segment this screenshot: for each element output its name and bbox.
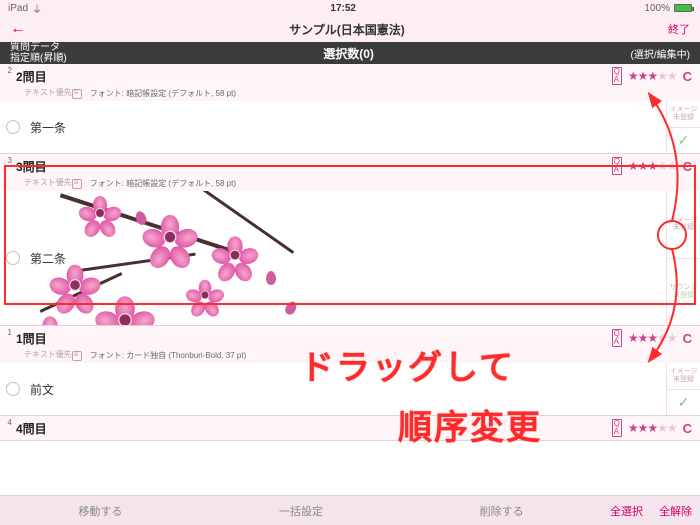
plum-blossom-image	[26, 191, 356, 325]
star-rating[interactable]: ★★★★★	[628, 421, 677, 435]
selection-bar: 質問データ 指定順(昇順) 選択数(0) (選択/編集中)	[0, 42, 700, 64]
clock: 17:52	[42, 3, 644, 14]
card-index: 4	[0, 416, 14, 427]
star-rating[interactable]: ★★★★★	[628, 331, 677, 345]
image-slot[interactable]: イメージ 未登録	[667, 363, 700, 390]
select-all-button[interactable]: 全選択	[602, 503, 651, 519]
qa-icon: QA	[612, 329, 622, 347]
card-index: 2	[0, 64, 14, 75]
card-item[interactable]: 3 3問目 QA ★★★★★ C テキスト優先 フォント: 暗記帳設定 (デフォ…	[0, 154, 700, 326]
sound-slot[interactable]: ✓	[667, 390, 700, 416]
back-button[interactable]: ←	[10, 20, 26, 38]
star-rating[interactable]: ★★★★★	[628, 69, 677, 83]
move-button[interactable]: 移動する	[0, 503, 201, 519]
select-checkbox[interactable]	[0, 101, 26, 153]
wifi-icon: ⏚	[32, 1, 42, 16]
card-title: 4問目	[14, 420, 47, 437]
deselect-all-button[interactable]: 全解除	[651, 503, 700, 519]
device-label: iPad	[8, 3, 28, 14]
star-rating[interactable]: ★★★★★	[628, 159, 677, 173]
font-info: フォント: 暗記帳設定 (デフォルト, 58 pt)	[90, 88, 236, 99]
selbar-left1: 質問データ	[10, 42, 67, 53]
card-answer: 第二条	[26, 191, 666, 325]
priority-label: テキスト優先	[24, 349, 72, 360]
bottom-toolbar: 移動する 一括設定 削除する 全選択 全解除	[0, 495, 700, 525]
priority-label: テキスト優先	[24, 177, 72, 188]
card-title: 1問目	[14, 330, 47, 347]
selbar-left2: 指定順(昇順)	[10, 53, 67, 64]
delete-button[interactable]: 削除する	[401, 503, 602, 519]
font-icon	[72, 351, 82, 361]
status-bar: iPad ⏚ 17:52 100%	[0, 0, 700, 16]
card-title: 2問目	[14, 68, 47, 85]
check-icon: ✓	[678, 395, 690, 410]
qa-icon: QA	[612, 67, 622, 85]
grade-label: C	[683, 331, 692, 346]
batch-button[interactable]: 一括設定	[201, 503, 402, 519]
card-item[interactable]: 4 4問目 QA ★★★★★ C	[0, 416, 700, 441]
card-title: 3問目	[14, 158, 47, 175]
card-index: 1	[0, 326, 14, 337]
qa-icon: QA	[612, 419, 622, 437]
grade-label: C	[683, 69, 692, 84]
card-answer: 前文	[26, 363, 666, 415]
card-item[interactable]: 2 2問目 QA ★★★★★ C テキスト優先 フォント: 暗記帳設定 (デフォ…	[0, 64, 700, 154]
battery-icon	[674, 4, 692, 12]
end-button[interactable]: 終了	[668, 21, 690, 37]
grade-label: C	[683, 159, 692, 174]
priority-label: テキスト優先	[24, 87, 72, 98]
image-slot[interactable]: イメージ 未登録	[667, 191, 700, 259]
selbar-mode: (選択/編集中)	[631, 46, 690, 61]
sound-slot[interactable]: ✓	[667, 128, 700, 154]
select-checkbox[interactable]	[0, 363, 26, 415]
font-icon	[72, 179, 82, 189]
qa-icon: QA	[612, 157, 622, 175]
card-answer: 第一条	[26, 101, 666, 153]
nav-bar: ← サンプル(日本国憲法) 終了	[0, 16, 700, 42]
card-item[interactable]: 1 1問目 QA ★★★★★ C テキスト優先 フォント: カード独自 (Tho…	[0, 326, 700, 416]
grade-label: C	[683, 421, 692, 436]
select-checkbox[interactable]	[0, 191, 26, 325]
selection-count: 選択数(0)	[67, 45, 631, 62]
font-info: フォント: カード独自 (Thonburi-Bold, 37 pt)	[90, 350, 246, 361]
card-list: 2 2問目 QA ★★★★★ C テキスト優先 フォント: 暗記帳設定 (デフォ…	[0, 64, 700, 441]
font-info: フォント: 暗記帳設定 (デフォルト, 58 pt)	[90, 178, 236, 189]
check-icon: ✓	[678, 133, 690, 148]
page-title: サンプル(日本国憲法)	[26, 21, 668, 38]
battery-pct: 100%	[644, 3, 670, 14]
card-index: 3	[0, 154, 14, 165]
image-slot[interactable]: イメージ 未登録	[667, 101, 700, 128]
font-icon	[72, 89, 82, 99]
sound-slot[interactable]: サウンド 未登録	[667, 259, 700, 326]
